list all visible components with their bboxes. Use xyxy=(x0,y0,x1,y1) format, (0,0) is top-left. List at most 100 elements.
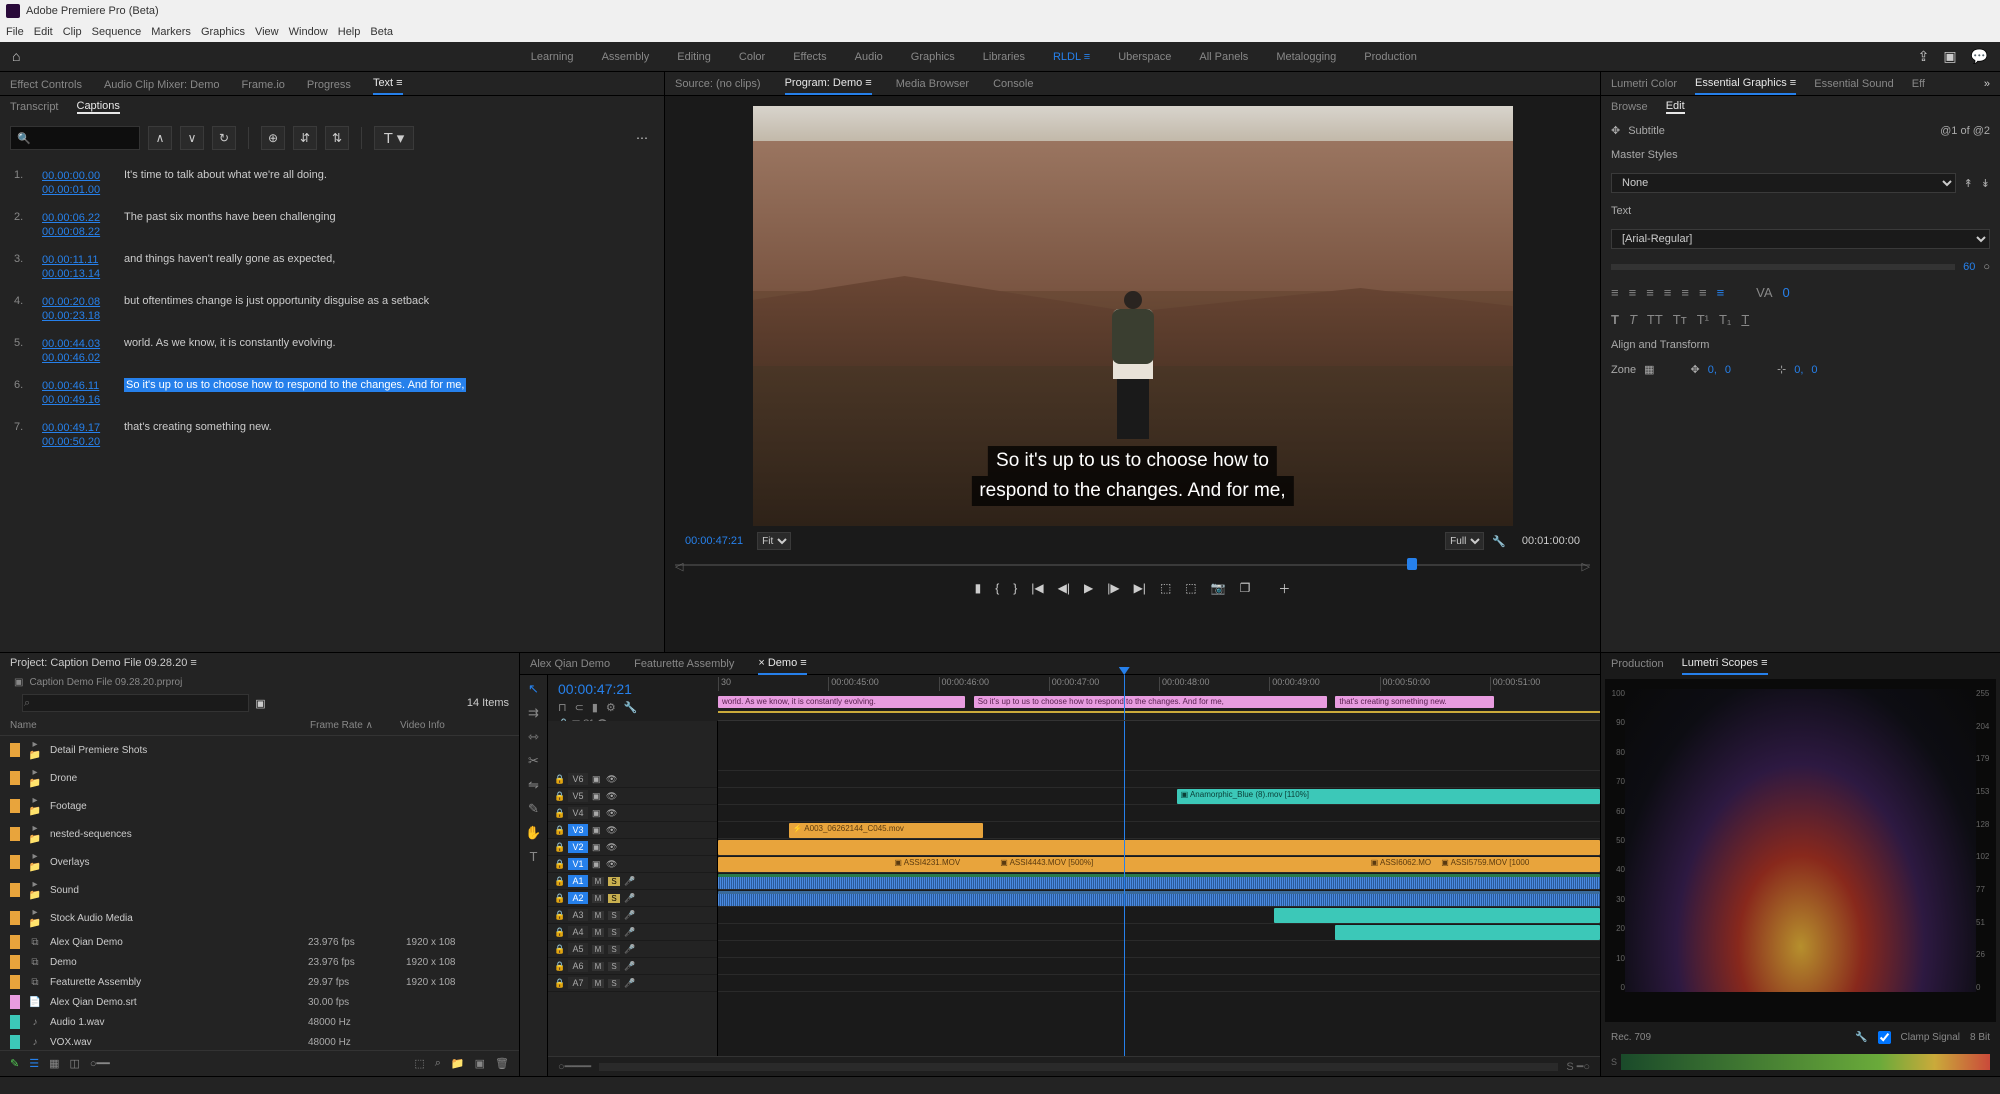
caption-merge[interactable]: ⇅ xyxy=(325,126,349,150)
new-bin-icon[interactable]: 📁 xyxy=(451,1057,465,1070)
caption-row[interactable]: 3.00.00:11.1100.00:13.14and things haven… xyxy=(10,246,654,288)
pen-icon[interactable]: ✎ xyxy=(10,1057,19,1070)
push-up-icon[interactable]: ↟ xyxy=(1964,177,1973,190)
step-back-icon[interactable]: ◀| xyxy=(1058,581,1070,595)
tab-lumetri-scopes[interactable]: Lumetri Scopes ≡ xyxy=(1682,653,1768,675)
align-top-icon[interactable]: ≡ xyxy=(1681,285,1689,300)
step-fwd-icon[interactable]: |▶ xyxy=(1107,581,1119,595)
ws-allpanels[interactable]: All Panels xyxy=(1199,51,1248,63)
tab-media-browser[interactable]: Media Browser xyxy=(896,74,969,94)
track-select-icon[interactable]: ⇉ xyxy=(528,705,539,723)
tl-zoom-slider[interactable]: ○━━━━ xyxy=(558,1060,591,1073)
comparison-icon[interactable]: ❐ xyxy=(1240,581,1251,595)
program-scrubber[interactable]: ◁ ▷ xyxy=(675,558,1590,572)
audio-clip[interactable] xyxy=(1335,925,1600,940)
menu-clip[interactable]: Clip xyxy=(63,26,82,38)
caption-next[interactable]: ∨ xyxy=(180,126,204,150)
lift-icon[interactable]: ⬚ xyxy=(1160,581,1171,595)
home-icon[interactable]: ⌂ xyxy=(12,48,30,66)
subtab-captions[interactable]: Captions xyxy=(77,100,120,114)
video-clip[interactable]: ▣ ASSI4231.MOV▣ ASSI4443.MOV [500%]▣ ASS… xyxy=(718,857,1600,872)
col-name[interactable]: Name xyxy=(10,720,310,731)
program-monitor[interactable]: So it's up to us to choose how torespond… xyxy=(753,106,1513,526)
audio-track-header[interactable]: 🔒A1MS🎤 xyxy=(548,873,717,890)
anchor-icon[interactable]: ⊹ xyxy=(1777,363,1786,376)
settings-tl-icon[interactable]: ⚙ xyxy=(606,701,616,714)
project-item[interactable]: ▸ 📁Sound xyxy=(0,876,519,904)
video-track-header[interactable]: 🔒V2▣👁 xyxy=(548,839,717,856)
goto-in-icon[interactable]: |◀ xyxy=(1031,581,1043,595)
caption-menu[interactable]: ⋯ xyxy=(630,126,654,150)
sub-icon[interactable]: T₁ xyxy=(1719,312,1731,327)
ws-libraries[interactable]: Libraries xyxy=(983,51,1025,63)
project-item[interactable]: ▸ 📁nested-sequences xyxy=(0,820,519,848)
seq-tab-2[interactable]: × Demo ≡ xyxy=(758,653,806,675)
align-left-icon[interactable]: ≡ xyxy=(1611,285,1619,300)
caption-clip[interactable]: that's creating something new. xyxy=(1335,696,1494,708)
chat-icon[interactable]: 💬 xyxy=(1971,48,1988,65)
freeform-icon[interactable]: ◫ xyxy=(70,1057,80,1070)
ws-rldl[interactable]: RLDL ≡ xyxy=(1053,51,1090,63)
position-icon[interactable]: ✥ xyxy=(1690,363,1699,376)
overflow-icon[interactable]: » xyxy=(1984,78,1990,90)
tab-progress[interactable]: Progress xyxy=(307,75,351,95)
menu-beta[interactable]: Beta xyxy=(370,26,393,38)
push-down-icon[interactable]: ↡ xyxy=(1981,177,1990,190)
seq-tab-0[interactable]: Alex Qian Demo xyxy=(530,654,610,674)
smallcaps-icon[interactable]: Tᴛ xyxy=(1673,312,1687,327)
ws-audio[interactable]: Audio xyxy=(855,51,883,63)
caption-refresh[interactable]: ↻ xyxy=(212,126,236,150)
master-style-select[interactable]: None xyxy=(1611,173,1956,193)
in-icon[interactable]: { xyxy=(995,581,999,595)
video-clip[interactable]: ▣ Anamorphic_Blue (8).mov [110%] xyxy=(1177,789,1600,804)
selection-tool-icon[interactable]: ↖ xyxy=(528,681,539,699)
pos-y[interactable]: 0 xyxy=(1725,364,1731,376)
caption-row[interactable]: 6.00.00:46.1100.00:49.16So it's up to us… xyxy=(10,372,654,414)
tab-essential-sound[interactable]: Essential Sound xyxy=(1814,74,1894,94)
col-videoinfo[interactable]: Video Info xyxy=(400,720,509,731)
align-mid-icon[interactable]: ≡ xyxy=(1699,285,1707,300)
new-item-icon[interactable]: ▣ xyxy=(475,1057,485,1070)
find-icon[interactable]: ⌕ xyxy=(435,1057,441,1070)
eg-edit[interactable]: Edit xyxy=(1666,100,1685,114)
move-icon[interactable]: ✥ xyxy=(1611,124,1620,137)
caption-clip[interactable]: world. As we know, it is constantly evol… xyxy=(718,696,965,708)
subtab-transcript[interactable]: Transcript xyxy=(10,101,59,113)
caption-split[interactable]: ⇵ xyxy=(293,126,317,150)
scope-wrench-icon[interactable]: 🔧 xyxy=(1855,1032,1867,1043)
ws-graphics[interactable]: Graphics xyxy=(911,51,955,63)
goto-out-icon[interactable]: ▶| xyxy=(1134,581,1146,595)
ws-color[interactable]: Color xyxy=(739,51,765,63)
ws-uberspace[interactable]: Uberspace xyxy=(1118,51,1171,63)
hand-tool-icon[interactable]: ✋ xyxy=(525,825,541,843)
menu-graphics[interactable]: Graphics xyxy=(201,26,245,38)
fit-select[interactable]: Fit xyxy=(757,532,791,550)
tab-lumetri-color[interactable]: Lumetri Color xyxy=(1611,74,1677,94)
tab-eff[interactable]: Eff xyxy=(1912,74,1925,94)
playhead-icon[interactable] xyxy=(1407,558,1417,570)
type-tool-icon[interactable]: T xyxy=(530,849,538,867)
ripple-tool-icon[interactable]: ⇿ xyxy=(528,729,539,747)
filter-icon[interactable]: ▣ xyxy=(255,697,265,710)
caption-prev[interactable]: ∧ xyxy=(148,126,172,150)
project-item[interactable]: ⧉Demo23.976 fps1920 x 108 xyxy=(0,952,519,972)
menu-help[interactable]: Help xyxy=(338,26,361,38)
out-icon[interactable]: } xyxy=(1013,581,1017,595)
pen-tool-icon[interactable]: ✎ xyxy=(528,801,539,819)
extract-icon[interactable]: ⬚ xyxy=(1185,581,1196,595)
timeline-playhead[interactable] xyxy=(1124,675,1125,720)
scope-rec[interactable]: Rec. 709 xyxy=(1611,1032,1651,1043)
project-item[interactable]: ♪Audio 1.wav48000 Hz xyxy=(0,1012,519,1032)
timeline-ruler[interactable]: 3000:00:45:0000:00:46:0000:00:47:0000:00… xyxy=(718,675,1600,721)
timeline-timecode[interactable]: 00:00:47:21 xyxy=(558,681,708,697)
stroke-value[interactable]: 0 xyxy=(1783,285,1790,300)
audio-clip[interactable] xyxy=(1274,908,1600,923)
tab-console[interactable]: Console xyxy=(993,74,1033,94)
project-item[interactable]: ▸ 📁Overlays xyxy=(0,848,519,876)
ws-effects[interactable]: Effects xyxy=(793,51,826,63)
tab-audio-mixer[interactable]: Audio Clip Mixer: Demo xyxy=(104,75,220,95)
font-weight-slider[interactable] xyxy=(1611,264,1955,270)
ws-production[interactable]: Production xyxy=(1364,51,1417,63)
marker-icon[interactable]: ▮ xyxy=(975,581,982,595)
subtitle-layer[interactable]: Subtitle xyxy=(1628,125,1932,137)
